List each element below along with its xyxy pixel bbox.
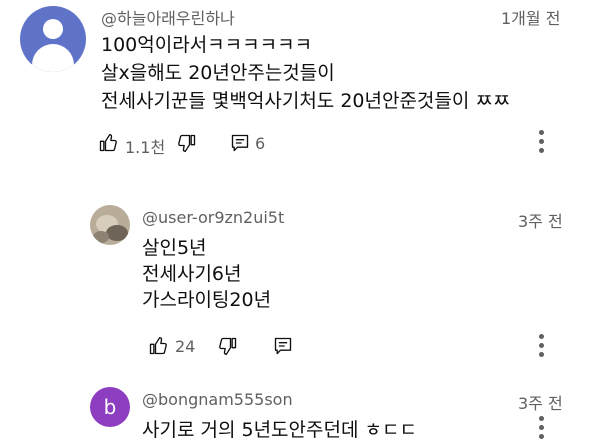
dislike-button[interactable] <box>177 133 197 153</box>
comment-icon <box>231 134 249 152</box>
avatar[interactable]: b <box>90 387 130 427</box>
reply-button[interactable] <box>273 336 293 356</box>
comment-text-line: 사기로 거의 5년도안주던데 ㅎㄷㄷ <box>142 419 417 441</box>
like-button[interactable] <box>98 133 118 153</box>
comment-author-handle[interactable]: @bongnam555son <box>142 390 293 409</box>
reply-count[interactable]: 6 <box>255 134 265 153</box>
comment-icon <box>274 337 292 355</box>
avatar[interactable] <box>90 205 130 245</box>
thumbs-up-icon <box>149 337 167 355</box>
like-count: 1.1천 <box>125 138 166 157</box>
comment-text-line: 전세사기6년 <box>142 263 242 285</box>
like-button[interactable] <box>148 336 168 356</box>
avatar-letter: b <box>103 395 117 419</box>
thumbs-up-icon <box>99 134 117 152</box>
comment-text-line: 가스라이팅20년 <box>142 289 272 311</box>
comment-text-line: 살x을해도 20년안주는것들이 <box>101 62 335 84</box>
more-options-icon[interactable] <box>539 416 545 443</box>
more-options-icon[interactable] <box>539 130 545 157</box>
comment-timestamp: 3주 전 <box>518 394 563 413</box>
thumbs-down-icon <box>219 337 237 355</box>
avatar[interactable] <box>20 6 86 72</box>
reply-button[interactable] <box>230 133 250 153</box>
comment-timestamp: 3주 전 <box>518 212 563 231</box>
like-count: 24 <box>175 337 196 356</box>
more-options-icon[interactable] <box>539 334 545 361</box>
comment-text-line: 살인5년 <box>142 237 207 259</box>
dislike-button[interactable] <box>218 336 238 356</box>
comment-text-line: 100억이라서ㅋㅋㅋㅋㅋㅋ <box>101 34 313 56</box>
comment-text-line: 전세사기꾼들 몇백억사기처도 20년안준것들이 ㅉㅉ <box>101 90 511 112</box>
comment-author-handle[interactable]: @user-or9zn2ui5t <box>142 208 284 227</box>
comment-author-handle[interactable]: @하늘아래우린하나 <box>101 5 235 29</box>
comment-timestamp: 1개월 전 <box>501 9 561 28</box>
thumbs-down-icon <box>178 134 196 152</box>
